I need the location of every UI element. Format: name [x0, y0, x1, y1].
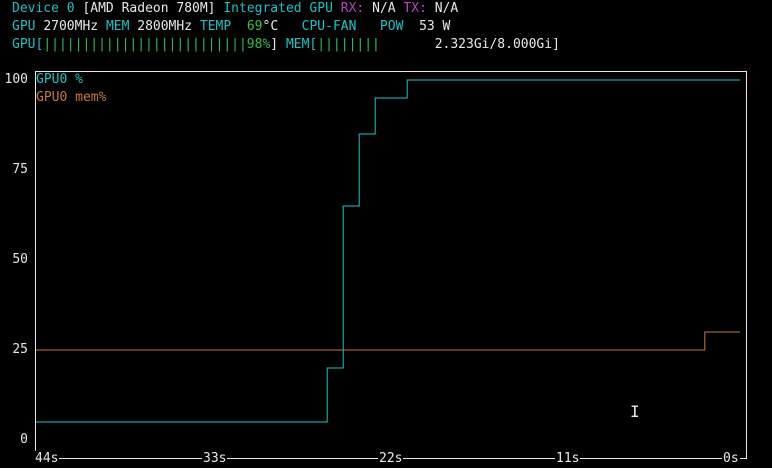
- gpu-util-series-line: [36, 79, 740, 423]
- legend-gpu-util: GPU0 %: [36, 72, 83, 87]
- x-tick-label: 33s: [202, 451, 228, 466]
- x-tick-label: 44s: [34, 451, 60, 466]
- legend-gpu-mem: GPU0 mem%: [36, 90, 107, 105]
- text-cursor-icon: I: [630, 402, 640, 421]
- x-tick-label: 22s: [378, 451, 404, 466]
- x-tick-label: 11s: [555, 451, 581, 466]
- gpu-mem-series-line: [36, 331, 740, 351]
- utilization-chart: [36, 79, 740, 423]
- x-tick-label: 0s: [722, 451, 740, 466]
